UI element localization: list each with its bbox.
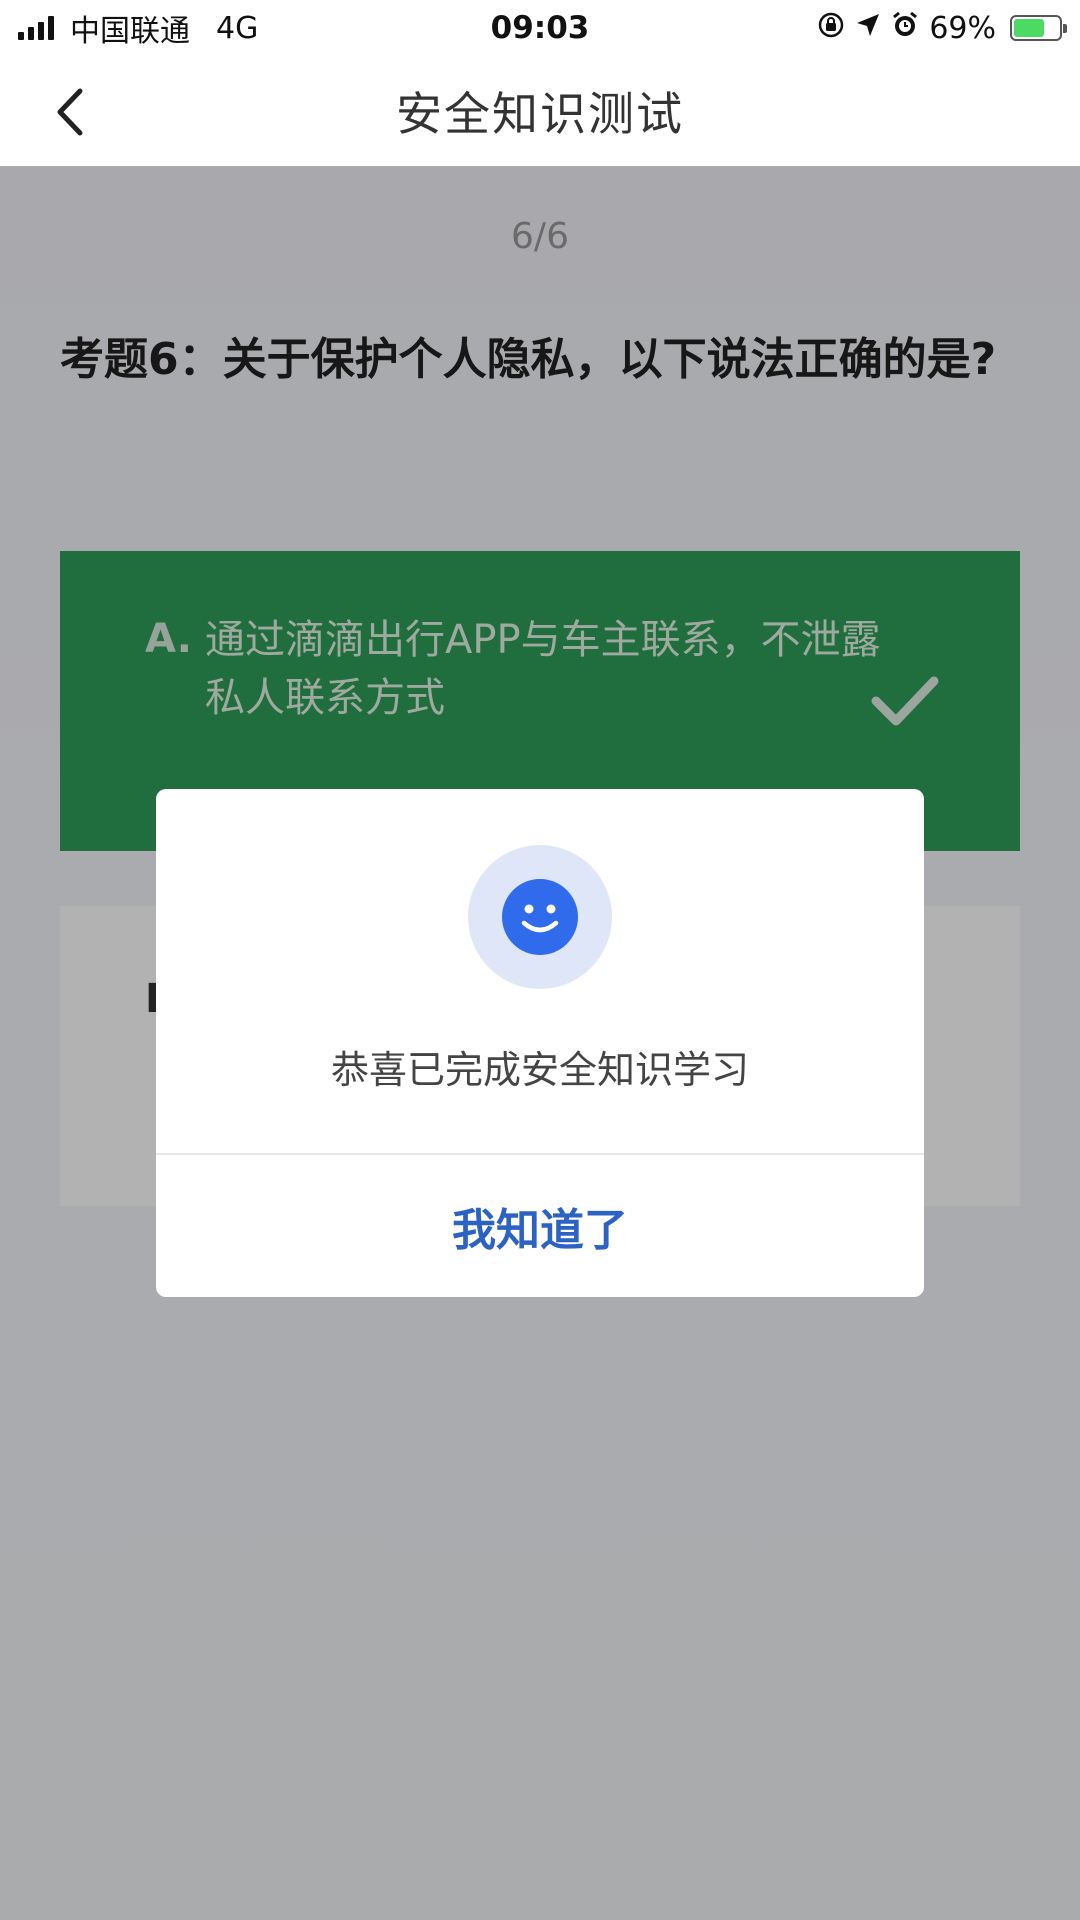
chevron-left-icon [57,88,83,136]
nav-bar: 安全知识测试 [0,56,1080,166]
dialog-message: 恭喜已完成安全知识学习 [330,1048,749,1092]
network-type: 4G [216,10,259,46]
battery-icon [1010,15,1067,41]
confirm-button[interactable]: 我知道了 [156,1155,924,1297]
smile-badge [468,845,612,989]
location-arrow-icon [855,12,881,45]
alarm-icon [891,11,919,46]
status-bar: 中国联通 4G 09:03 69% [0,0,1080,56]
battery-percent: 69% [929,10,996,46]
carrier-name: 中国联通 [70,14,190,49]
status-right: 69% [817,10,1067,46]
completion-dialog: 恭喜已完成安全知识学习 我知道了 [156,789,924,1297]
status-left: 中国联通 4G [18,6,258,50]
signal-strength-icon [18,16,54,40]
rotation-lock-icon [817,11,845,46]
back-button[interactable] [40,82,100,142]
page-title: 安全知识测试 [396,87,684,141]
smile-icon [502,879,578,955]
battery-level-fill [1014,19,1045,37]
